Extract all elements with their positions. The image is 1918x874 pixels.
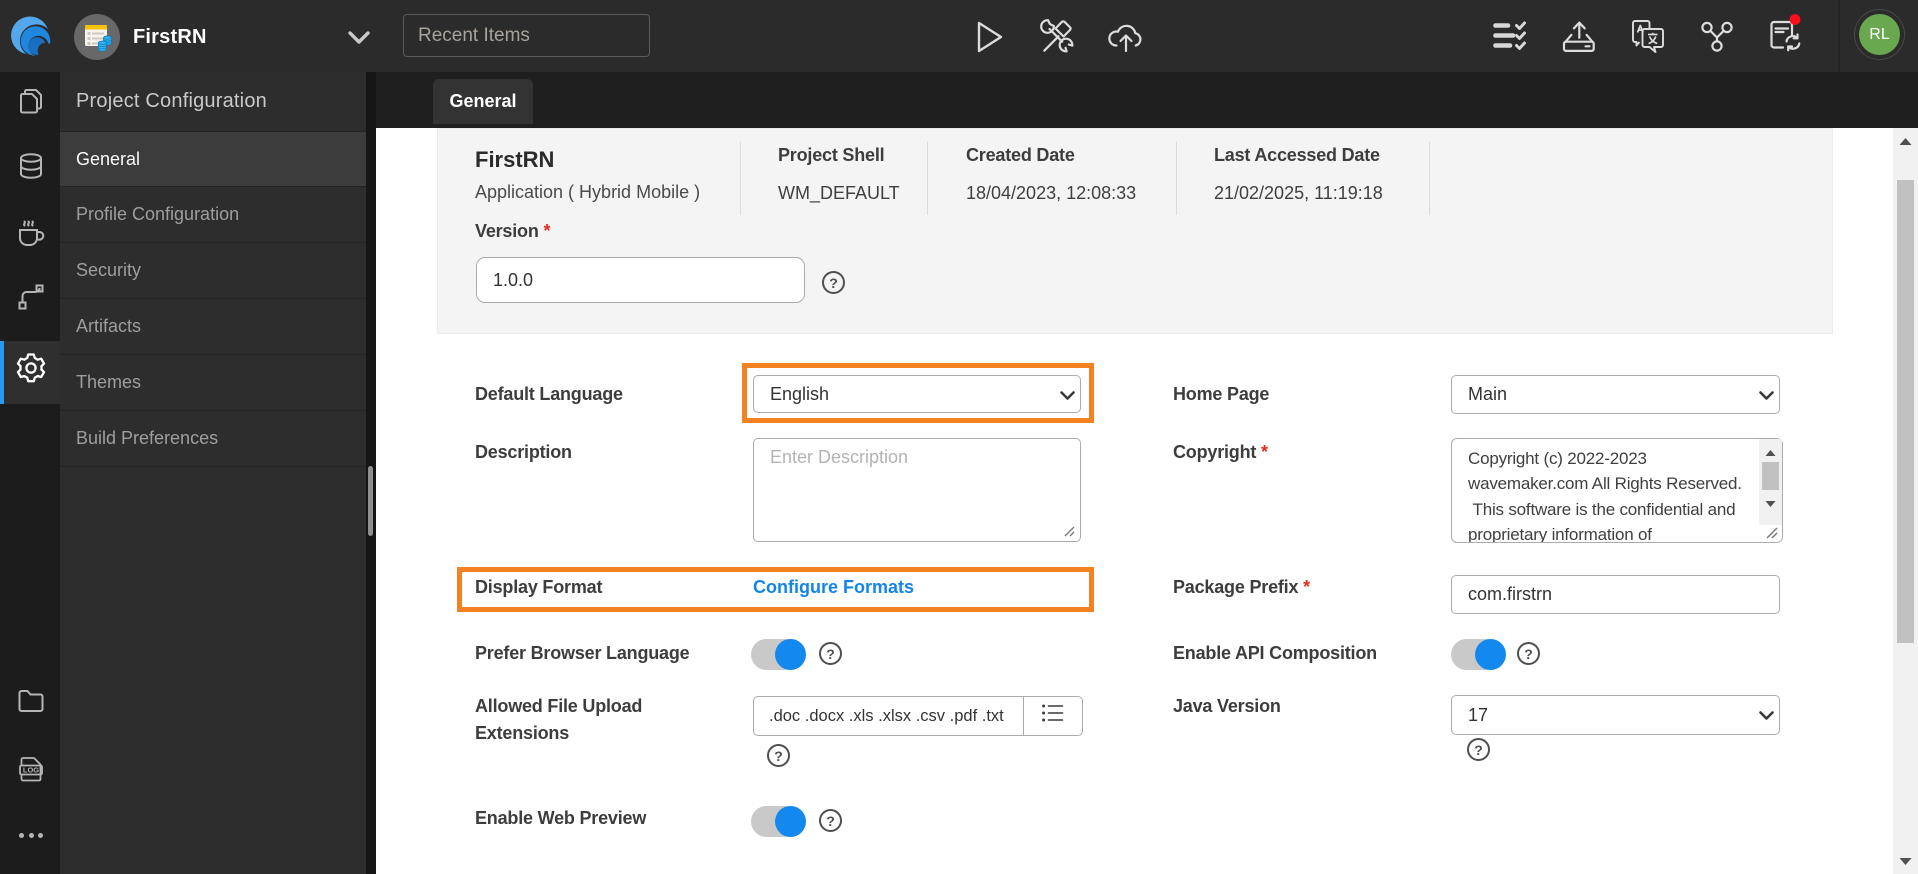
- svg-text:LOG: LOG: [23, 766, 39, 775]
